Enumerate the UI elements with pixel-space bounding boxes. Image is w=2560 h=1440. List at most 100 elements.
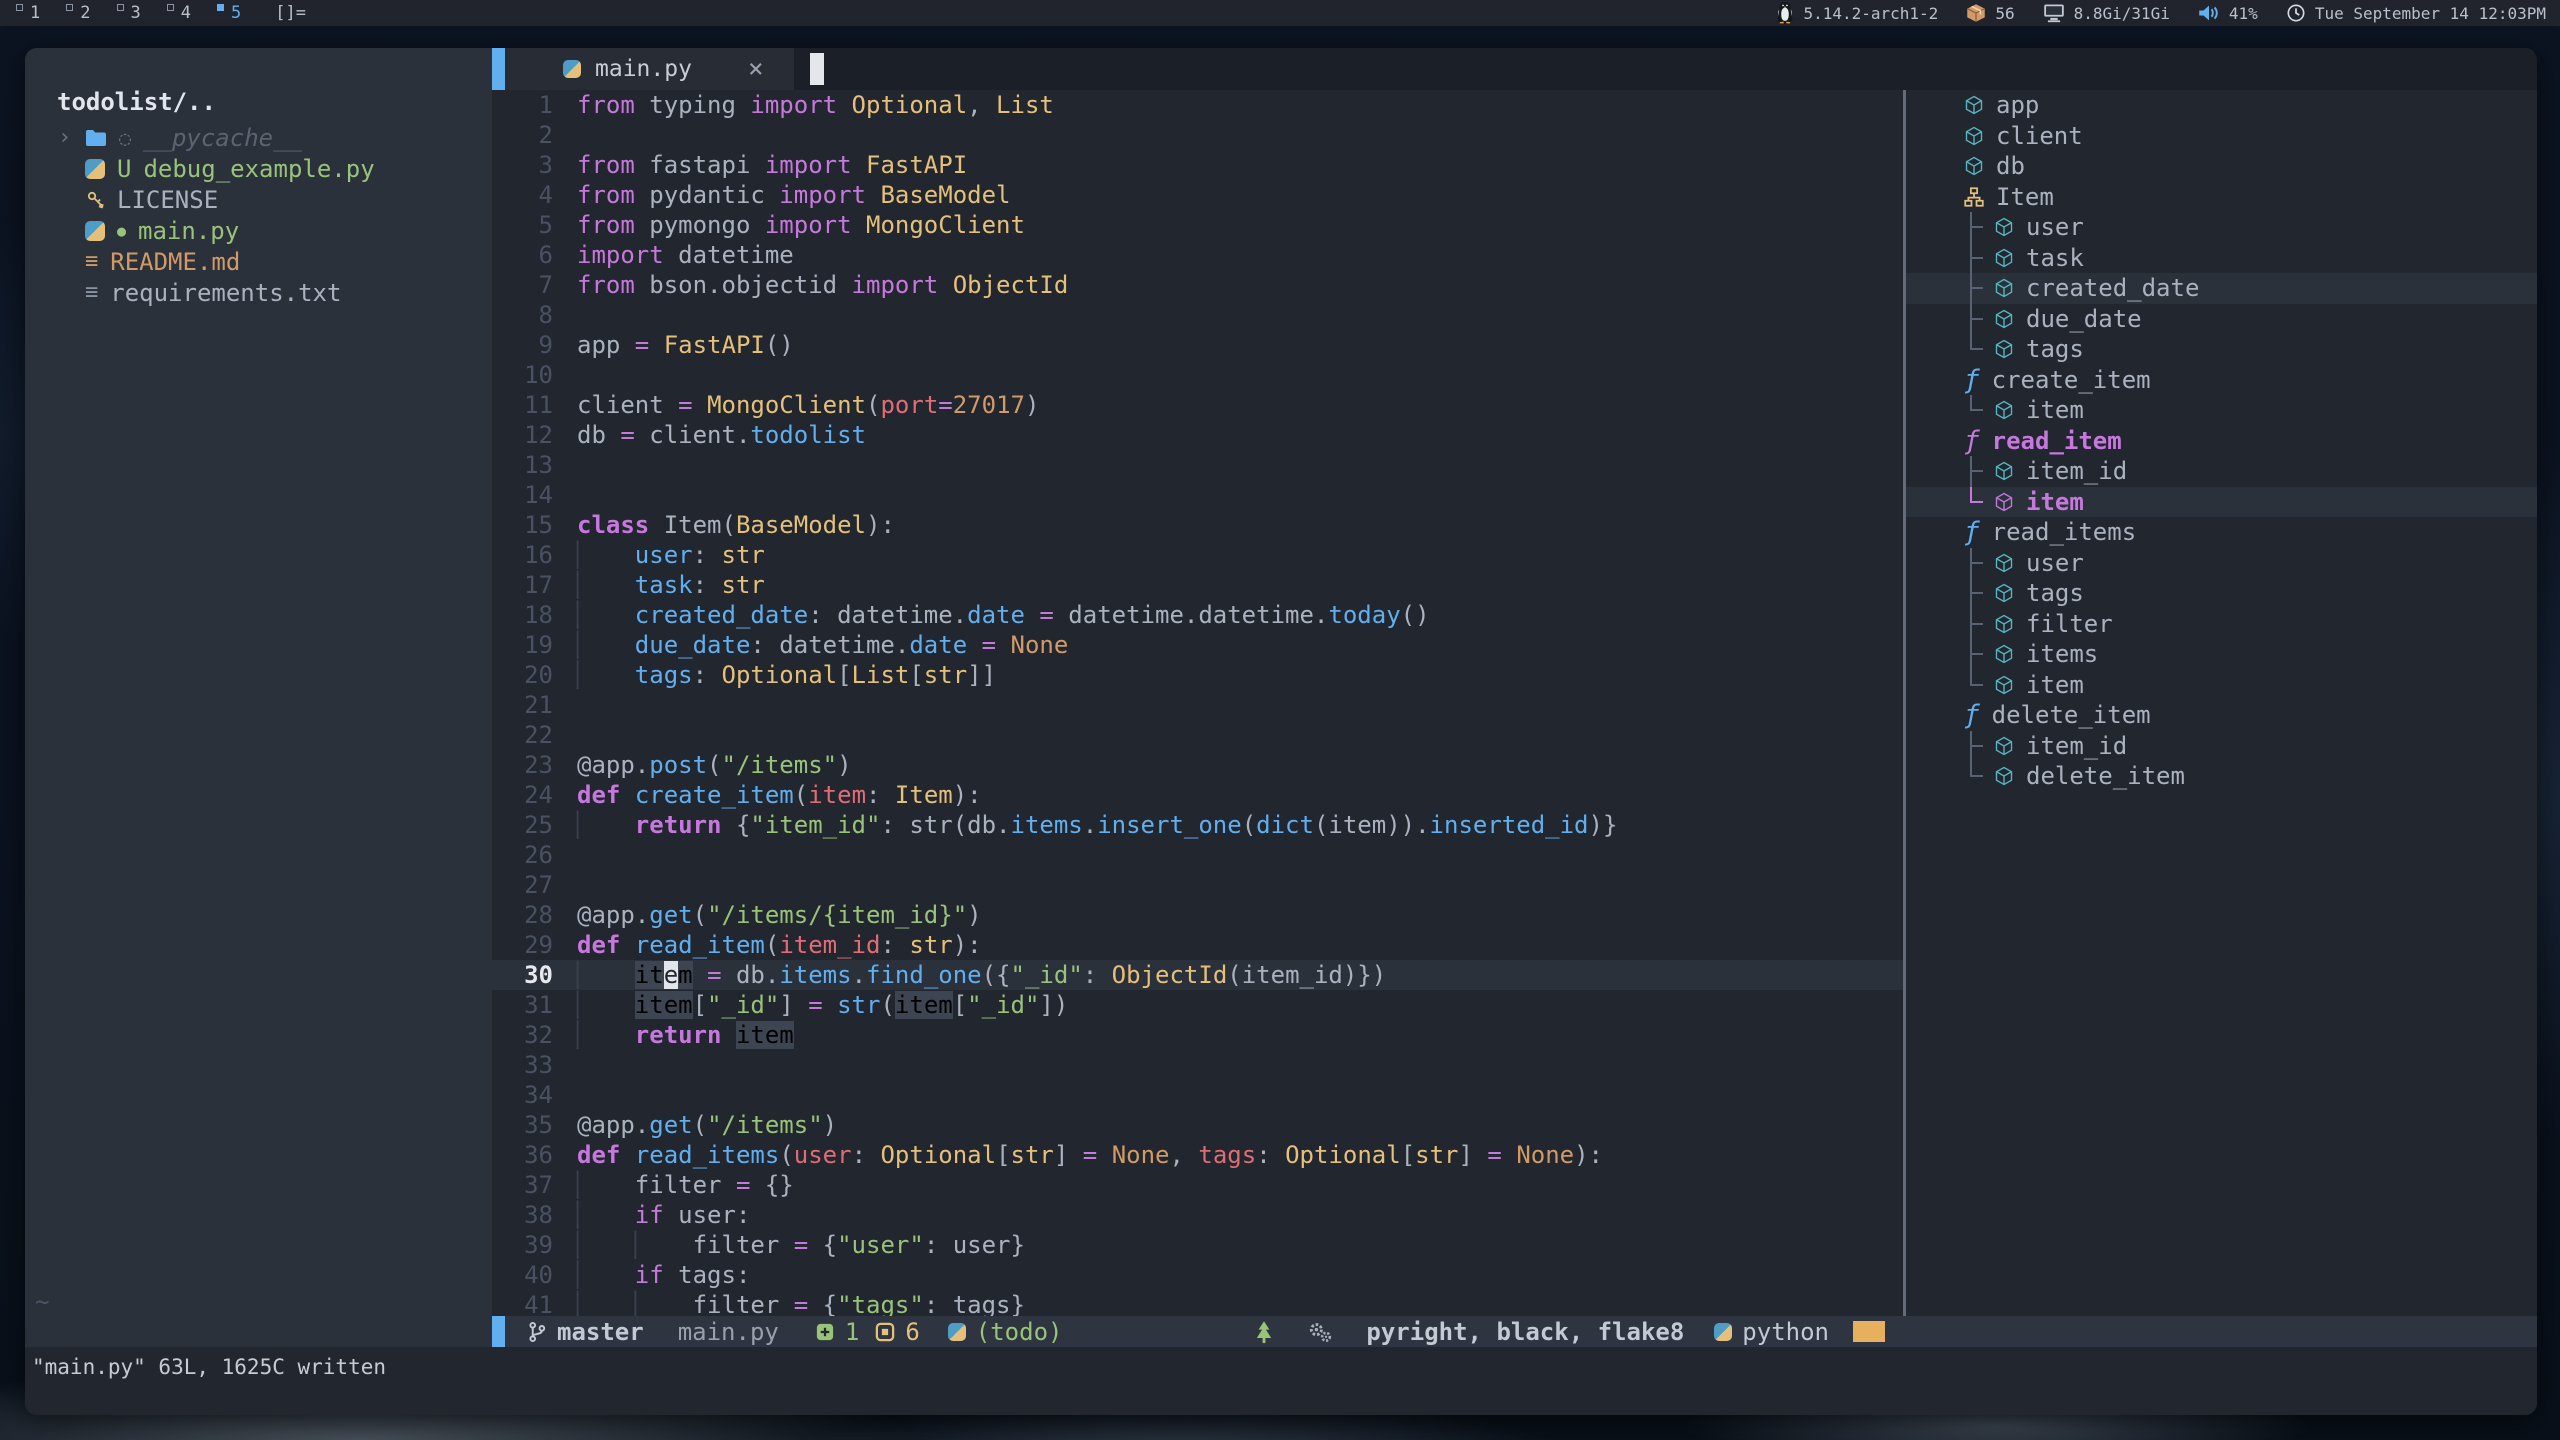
outline-item-filter[interactable]: filter: [1906, 609, 2537, 640]
outline-item-delete_item[interactable]: ƒdelete_item: [1906, 700, 2537, 731]
outline-item-read_items[interactable]: ƒread_items: [1906, 517, 2537, 548]
code-line-16[interactable]: 16▏ user: str: [492, 540, 1903, 570]
code-line-23[interactable]: 23@app.post("/items"): [492, 750, 1903, 780]
tree-connector: [1970, 578, 1994, 609]
code-line-17[interactable]: 17▏ task: str: [492, 570, 1903, 600]
outline-item-due_date[interactable]: due_date: [1906, 304, 2537, 335]
code-line-29[interactable]: 29def read_item(item_id: str):: [492, 930, 1903, 960]
code-line-21[interactable]: 21: [492, 690, 1903, 720]
code-line-20[interactable]: 20▏ tags: Optional[List[str]]: [492, 660, 1903, 690]
variable-cube-icon: [1994, 339, 2014, 359]
sysinfo-text: 8.8Gi/31Gi: [2074, 4, 2170, 23]
variable-cube-icon: [1994, 278, 2014, 298]
code-line-28[interactable]: 28@app.get("/items/{item_id}"): [492, 900, 1903, 930]
outline-item-Item[interactable]: Item: [1906, 182, 2537, 213]
outline-item-item[interactable]: item: [1906, 395, 2537, 426]
code-line-1[interactable]: 1from typing import Optional, List: [492, 90, 1903, 120]
code-line-5[interactable]: 5from pymongo import MongoClient: [492, 210, 1903, 240]
code-line-30[interactable]: 30▏ item = db.items.find_one({"_id": Obj…: [492, 960, 1903, 990]
tree-item-main.py[interactable]: ●main.py: [25, 215, 492, 246]
file-name: debug_example.py: [143, 155, 374, 183]
code-line-18[interactable]: 18▏ created_date: datetime.date = dateti…: [492, 600, 1903, 630]
code-line-33[interactable]: 33: [492, 1050, 1903, 1080]
code-line-6[interactable]: 6import datetime: [492, 240, 1903, 270]
command-line[interactable]: "main.py" 63L, 1625C written: [25, 1347, 2537, 1415]
tree-item-LICENSE[interactable]: LICENSE: [25, 184, 492, 215]
tree-item-debug_example.py[interactable]: Udebug_example.py: [25, 153, 492, 184]
code-line-41[interactable]: 41▏ ▏ filter = {"tags": tags}: [492, 1290, 1903, 1316]
code-line-27[interactable]: 27: [492, 870, 1903, 900]
code-line-37[interactable]: 37▏ filter = {}: [492, 1170, 1903, 1200]
code-line-9[interactable]: 9app = FastAPI(): [492, 330, 1903, 360]
outline-item-item[interactable]: item: [1906, 670, 2537, 701]
code-line-38[interactable]: 38▏ if user:: [492, 1200, 1903, 1230]
code-line-10[interactable]: 10: [492, 360, 1903, 390]
system-info: 5.14.2-arch1-2568.8Gi/31Gi41%Tue Septemb…: [1776, 2, 2550, 24]
line-number: 17: [492, 570, 553, 600]
workspace-3[interactable]: 3: [111, 3, 147, 23]
code-line-4[interactable]: 4from pydantic import BaseModel: [492, 180, 1903, 210]
sysinfo-penguin: 5.14.2-arch1-2: [1776, 2, 1938, 24]
outline-item-user[interactable]: user: [1906, 212, 2537, 243]
variable-cube-icon: [1994, 400, 2014, 420]
code-line-34[interactable]: 34: [492, 1080, 1903, 1110]
outline-label: item: [2026, 671, 2084, 699]
code-line-25[interactable]: 25▏ return {"item_id": str(db.items.inse…: [492, 810, 1903, 840]
tab-main-py[interactable]: main.py ×: [505, 48, 794, 90]
code-line-35[interactable]: 35@app.get("/items"): [492, 1110, 1903, 1140]
outline-item-task[interactable]: task: [1906, 243, 2537, 274]
code-line-3[interactable]: 3from fastapi import FastAPI: [492, 150, 1903, 180]
outline-item-client[interactable]: client: [1906, 121, 2537, 152]
workspace-4[interactable]: 4: [161, 3, 197, 23]
tree-item-requirements.txt[interactable]: ≡requirements.txt: [25, 277, 492, 308]
code-line-40[interactable]: 40▏ if tags:: [492, 1260, 1903, 1290]
workspace-1[interactable]: 1: [10, 3, 46, 23]
code-line-24[interactable]: 24def create_item(item: Item):: [492, 780, 1903, 810]
workspace-2[interactable]: 2: [60, 3, 96, 23]
code-line-8[interactable]: 8: [492, 300, 1903, 330]
code-line-11[interactable]: 11client = MongoClient(port=27017): [492, 390, 1903, 420]
code-line-22[interactable]: 22: [492, 720, 1903, 750]
outline-item-item_id[interactable]: item_id: [1906, 456, 2537, 487]
line-number: 37: [492, 1170, 553, 1200]
outline-item-create_item[interactable]: ƒcreate_item: [1906, 365, 2537, 396]
code-line-7[interactable]: 7from bson.objectid import ObjectId: [492, 270, 1903, 300]
tree-item-README.md[interactable]: ≡README.md: [25, 246, 492, 277]
code-line-31[interactable]: 31▏ item["_id"] = str(item["_id"]): [492, 990, 1903, 1020]
outline-item-item_id[interactable]: item_id: [1906, 731, 2537, 762]
code-line-12[interactable]: 12db = client.todolist: [492, 420, 1903, 450]
code-line-39[interactable]: 39▏ ▏ filter = {"user": user}: [492, 1230, 1903, 1260]
outline-item-app[interactable]: app: [1906, 90, 2537, 121]
code-line-15[interactable]: 15class Item(BaseModel):: [492, 510, 1903, 540]
code-text: def read_items(user: Optional[str] = Non…: [553, 1140, 1603, 1170]
python-icon: [563, 60, 581, 78]
code-line-19[interactable]: 19▏ due_date: datetime.date = None: [492, 630, 1903, 660]
file-tree-panel[interactable]: todolist/.. ›◌__pycache__Udebug_example.…: [25, 48, 492, 1347]
outline-item-db[interactable]: db: [1906, 151, 2537, 182]
code-text: [553, 300, 577, 330]
code-text: [553, 1080, 577, 1110]
tree-item-__pycache__[interactable]: ›◌__pycache__: [25, 122, 492, 153]
outline-item-created_date[interactable]: created_date: [1906, 273, 2537, 304]
code-text: from pymongo import MongoClient: [553, 210, 1025, 240]
close-icon[interactable]: ×: [748, 54, 764, 84]
symbols-outline-panel[interactable]: appclientdbItemusertaskcreated_datedue_d…: [1906, 90, 2537, 1316]
outline-label: create_item: [1992, 366, 2151, 394]
outline-item-tags[interactable]: tags: [1906, 334, 2537, 365]
code-line-32[interactable]: 32▏ return item: [492, 1020, 1903, 1050]
code-line-13[interactable]: 13: [492, 450, 1903, 480]
outline-item-user[interactable]: user: [1906, 548, 2537, 579]
code-line-2[interactable]: 2: [492, 120, 1903, 150]
code-editor[interactable]: 1from typing import Optional, List23from…: [492, 90, 1903, 1316]
code-line-14[interactable]: 14: [492, 480, 1903, 510]
outline-item-item[interactable]: item: [1906, 487, 2537, 518]
workspace-5[interactable]: 5: [211, 3, 247, 23]
chevron-right-icon[interactable]: ›: [58, 125, 71, 150]
code-line-26[interactable]: 26: [492, 840, 1903, 870]
workspace-indicator-box: [167, 4, 174, 11]
code-line-36[interactable]: 36def read_items(user: Optional[str] = N…: [492, 1140, 1903, 1170]
outline-item-delete_item[interactable]: delete_item: [1906, 761, 2537, 792]
outline-item-read_item[interactable]: ƒread_item: [1906, 426, 2537, 457]
outline-item-items[interactable]: items: [1906, 639, 2537, 670]
outline-item-tags[interactable]: tags: [1906, 578, 2537, 609]
